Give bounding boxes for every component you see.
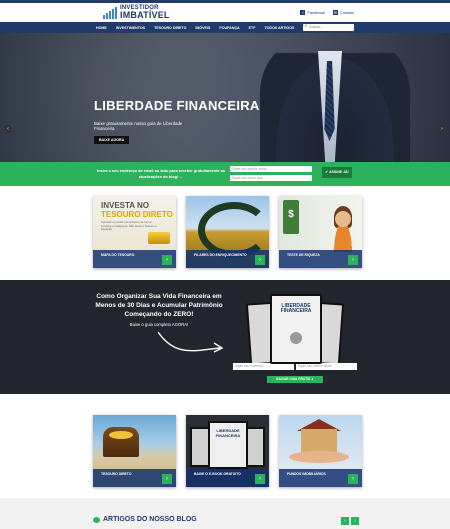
gold-bars-image <box>148 232 170 244</box>
card-fundos-imobiliarios[interactable]: FUNDOS IMOBILIÁRIOS › <box>279 415 362 487</box>
blog-section: ARTIGOS DO NOSSO BLOG ‹ › <box>0 498 450 529</box>
ebook-subheading: Baixe o guia completo AGORA! <box>129 322 189 327</box>
subscribe-email-input[interactable]: Digite seu melhor email <box>230 166 312 172</box>
carousel-next-icon[interactable]: › <box>438 125 446 133</box>
ebook-download-button[interactable]: BAIXAR GUIA GRÁTIS ⬇ <box>267 376 323 383</box>
hero-download-button[interactable]: BAIXE AGORA <box>94 136 130 144</box>
feature-cards: INVESTA NO TESOURO DIRETO Aprenda a inve… <box>93 196 362 268</box>
card-mapa-tesouro[interactable]: INVESTA NO TESOURO DIRETO Aprenda a inve… <box>93 196 176 268</box>
ebook-section: Como Organizar Sua Vida Financeira em Me… <box>0 280 450 394</box>
facebook-icon: f <box>300 10 306 15</box>
subscribe-button-label: ASSINE JÁ! <box>329 170 349 174</box>
ebook-cover-title: LIBERDADE FINANCEIRA <box>215 428 241 438</box>
social-links: f Facebook ✉ Contato <box>300 10 354 15</box>
hands-shape <box>289 451 349 463</box>
arrow-right-icon[interactable]: › <box>348 255 358 265</box>
curved-arrow-icon <box>157 331 224 353</box>
hero-subtitle: Baixe gratuitamente nosso guia de Liberd… <box>94 121 183 132</box>
coin-icon <box>290 332 302 344</box>
logo-text: INVESTIDOR IMBATÍVEL <box>120 5 170 20</box>
card-description: Aprenda a investir seu dinheiro de forma… <box>101 220 158 231</box>
ebook-name-input[interactable]: Digite seu melhor email <box>296 363 357 370</box>
gold-coins-shape <box>109 431 133 439</box>
ebook-heading: Como Organizar Sua Vida Financeira em Me… <box>95 293 223 318</box>
card-ebook-gratuito[interactable]: LIBERDADE FINANCEIRA BAIXE O E-BOOK GRAT… <box>186 415 269 487</box>
blog-next-icon[interactable]: › <box>351 517 359 525</box>
card-teste-riqueza[interactable]: $ TESTE DE RIQUEZA › <box>279 196 362 268</box>
arrow-right-icon[interactable]: › <box>162 474 172 484</box>
logo-line2: IMBATÍVEL <box>120 10 170 20</box>
envelope-icon: ✉ <box>332 10 338 15</box>
nav-todos-artigos[interactable]: TODOS ARTIGOS <box>264 26 294 30</box>
category-cards: TESOURO DIRETO › LIBERDADE FINANCEIRA BA… <box>93 415 362 487</box>
blog-heading: ARTIGOS DO NOSSO BLOG <box>103 516 197 523</box>
nav-tesouro-direto[interactable]: TESOURO DIRETO <box>154 26 186 30</box>
arrow-right-icon[interactable]: › <box>348 474 358 484</box>
facebook-label: Facebook <box>307 10 325 15</box>
subscribe-name-input[interactable]: Digite seu nome aqui <box>230 175 312 181</box>
ebook-devices-image: LIBERDADE FINANCEIRA <box>245 294 345 366</box>
search-input[interactable]: Buscar... <box>303 23 354 31</box>
card-tesouro-direto[interactable]: TESOURO DIRETO › <box>93 415 176 487</box>
woman-image <box>330 208 356 252</box>
ebook-email-input[interactable]: Digite seu endereço <box>233 363 294 370</box>
hero-banner: LIBERDADE FINANCEIRA Baixe gratuitamente… <box>0 33 450 162</box>
hero-title: LIBERDADE FINANCEIRA <box>94 98 260 113</box>
nav-etf[interactable]: ETF <box>249 26 256 30</box>
ebook-cover: LIBERDADE FINANCEIRA <box>270 294 322 364</box>
carousel-prev-icon[interactable]: ‹ <box>4 125 12 133</box>
subscribe-bar: Insira o seu endereço de email ao lado p… <box>0 162 450 186</box>
speech-bubble-icon <box>93 517 100 523</box>
contact-label: Contato <box>339 10 354 15</box>
dollar-bill-icon: $ <box>283 200 299 234</box>
ebook-cover-title: LIBERDADE FINANCEIRA <box>280 303 312 314</box>
contact-link[interactable]: ✉ Contato <box>332 10 354 15</box>
nav-imoveis[interactable]: IMÓVEIS <box>195 26 210 30</box>
ebook-download-label: BAIXAR GUIA GRÁTIS <box>276 377 311 381</box>
ebook-cover: LIBERDADE FINANCEIRA <box>208 421 248 469</box>
site-header: INVESTIDOR IMBATÍVEL f Facebook ✉ Contato <box>0 3 450 22</box>
chart-bars-icon <box>103 6 117 19</box>
nav-home[interactable]: HOME <box>96 26 107 30</box>
nav-poupanca[interactable]: POUPANÇA <box>219 26 239 30</box>
facebook-link[interactable]: f Facebook <box>300 10 325 15</box>
nav-investimentos[interactable]: INVESTIMENTOS <box>116 26 145 30</box>
arrow-right-icon[interactable]: › <box>255 474 265 484</box>
main-nav: HOME INVESTIMENTOS TESOURO DIRETO IMÓVEI… <box>0 22 450 33</box>
subscribe-message: Insira o seu endereço de email ao lado p… <box>96 168 225 179</box>
card-title-line1: INVESTA NO <box>101 201 150 210</box>
arrow-right-icon[interactable]: › <box>162 255 172 265</box>
site-logo[interactable]: INVESTIDOR IMBATÍVEL <box>103 5 170 20</box>
card-pilares[interactable]: PILARES DO ENRIQUECIMENTO › <box>186 196 269 268</box>
arrow-right-icon[interactable]: › <box>255 255 265 265</box>
subscribe-button[interactable]: ✔ ASSINE JÁ! <box>322 167 352 178</box>
blog-prev-icon[interactable]: ‹ <box>341 517 349 525</box>
card-title-line2: TESOURO DIRETO <box>101 210 173 219</box>
